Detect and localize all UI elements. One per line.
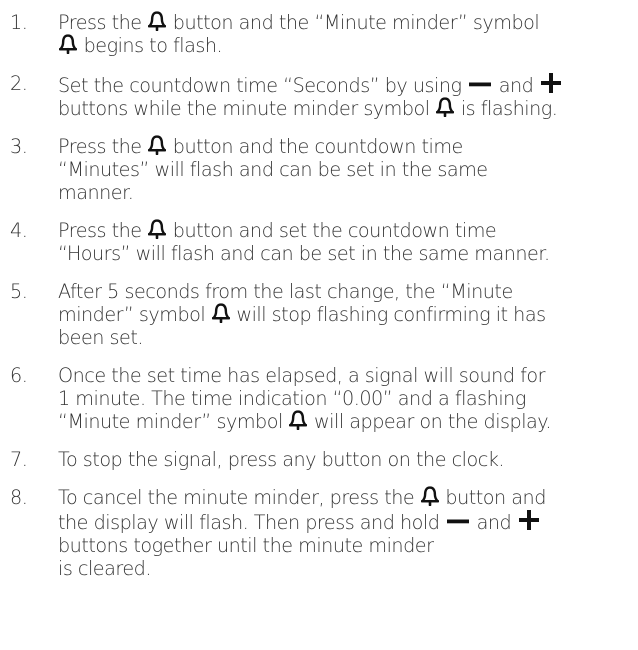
minus-icon bbox=[446, 511, 470, 531]
list-item: 5. After 5 seconds from the last change, … bbox=[0, 280, 638, 349]
text-run: begins to flash. bbox=[78, 34, 223, 57]
text-run: button and bbox=[439, 486, 546, 509]
text-run: button and set the countdown time bbox=[167, 219, 497, 242]
step-text-line: Press the button and the countdown time bbox=[58, 135, 636, 158]
step-number: 4. bbox=[10, 219, 28, 242]
step-text-line: Set the countdown time “Seconds” by usin… bbox=[58, 72, 636, 97]
text-run: Press the bbox=[58, 11, 148, 34]
list-item: 8. To cancel the minute minder, press the… bbox=[0, 486, 638, 580]
text-run: To stop the signal, press any button on … bbox=[58, 448, 504, 471]
list-item: 6. Once the set time has elapsed, a signa… bbox=[0, 364, 638, 433]
plus-icon bbox=[518, 509, 540, 531]
step-text-line: 1 minute. The time indication “0.00” and… bbox=[58, 387, 636, 410]
minute-minder-bell-icon bbox=[420, 486, 439, 506]
minus-icon bbox=[468, 74, 492, 94]
text-run: been set. bbox=[58, 326, 143, 349]
step-text-line: buttons together until the minute minder bbox=[58, 534, 636, 557]
step-number: 7. bbox=[10, 448, 28, 471]
step-text-line: “Minutes” will flash and can be set in t… bbox=[58, 158, 636, 181]
step-text-line: “Hours” will flash and can be set in the… bbox=[58, 242, 636, 265]
minute-minder-bell-icon bbox=[148, 135, 167, 155]
step-text-line: buttons while the minute minder symbol i… bbox=[58, 97, 636, 120]
text-run: “Minute minder” symbol bbox=[58, 410, 289, 433]
step-text-line: the display will flash. Then press and h… bbox=[58, 509, 636, 534]
step-text-line: To stop the signal, press any button on … bbox=[58, 448, 636, 471]
text-run: and bbox=[471, 511, 517, 534]
minute-minder-bell-icon bbox=[289, 410, 308, 430]
step-text-line: After 5 seconds from the last change, th… bbox=[58, 280, 636, 303]
step-number: 5. bbox=[10, 280, 28, 303]
text-run: buttons together until the minute minder bbox=[58, 534, 434, 557]
text-run: To cancel the minute minder, press the bbox=[58, 486, 420, 509]
step-text-line: To cancel the minute minder, press the b… bbox=[58, 486, 636, 509]
step-text-line: “Minute minder” symbol will appear on th… bbox=[58, 410, 636, 433]
text-run: manner. bbox=[58, 181, 134, 204]
instruction-list: 1. Press the button and the “Minute minde… bbox=[0, 0, 638, 580]
text-run: will stop flashing confirming it has bbox=[230, 303, 546, 326]
minute-minder-bell-icon bbox=[211, 303, 230, 323]
step-text-line: is cleared. bbox=[58, 557, 636, 580]
text-run: the display will flash. Then press and h… bbox=[58, 511, 445, 534]
minute-minder-bell-icon bbox=[59, 34, 77, 54]
list-item: 2. Set the countdown time “Seconds” by us… bbox=[0, 72, 638, 120]
list-item: 1. Press the button and the “Minute minde… bbox=[0, 11, 638, 57]
text-run: Press the bbox=[58, 219, 148, 242]
text-run: “Minutes” will flash and can be set in t… bbox=[58, 158, 488, 181]
step-number: 8. bbox=[10, 486, 28, 509]
step-number: 3. bbox=[10, 135, 28, 158]
step-number: 2. bbox=[10, 72, 28, 95]
minute-minder-bell-icon bbox=[148, 11, 167, 31]
step-number: 1. bbox=[10, 11, 28, 34]
text-run: is cleared. bbox=[58, 557, 151, 580]
list-item: 7. To stop the signal, press any button o… bbox=[0, 448, 638, 471]
text-run: 1 minute. The time indication “0.00” and… bbox=[58, 387, 526, 410]
step-text-line: Press the button and the “Minute minder”… bbox=[58, 11, 636, 34]
plus-icon bbox=[540, 72, 562, 94]
list-item: 4. Press the button and set the countdown… bbox=[0, 219, 638, 265]
step-text-line: Press the button and set the countdown t… bbox=[58, 219, 636, 242]
text-run: is flashing. bbox=[455, 97, 558, 120]
step-text-line: manner. bbox=[58, 181, 636, 204]
text-run: Press the bbox=[58, 135, 148, 158]
text-run: buttons while the minute minder symbol bbox=[58, 97, 436, 120]
step-text-line: been set. bbox=[58, 326, 636, 349]
step-text-line: Once the set time has elapsed, a signal … bbox=[58, 364, 636, 387]
step-text-line: minder” symbol will stop flashing confir… bbox=[58, 303, 636, 326]
text-run: After 5 seconds from the last change, th… bbox=[58, 280, 513, 303]
minute-minder-bell-icon bbox=[148, 219, 167, 239]
text-run: Set the countdown time “Seconds” by usin… bbox=[58, 74, 468, 97]
step-number: 6. bbox=[10, 364, 28, 387]
minute-minder-bell-icon bbox=[436, 97, 455, 117]
text-run: “Hours” will flash and can be set in the… bbox=[58, 242, 550, 265]
text-run: button and the “Minute minder” symbol bbox=[167, 11, 540, 34]
text-run: will appear on the display. bbox=[308, 410, 552, 433]
text-run: Once the set time has elapsed, a signal … bbox=[58, 364, 546, 387]
text-run: button and the countdown time bbox=[167, 135, 464, 158]
list-item: 3. Press the button and the countdown tim… bbox=[0, 135, 638, 204]
text-run: minder” symbol bbox=[58, 303, 211, 326]
text-run: and bbox=[493, 74, 539, 97]
step-text-line: begins to flash. bbox=[58, 34, 636, 57]
